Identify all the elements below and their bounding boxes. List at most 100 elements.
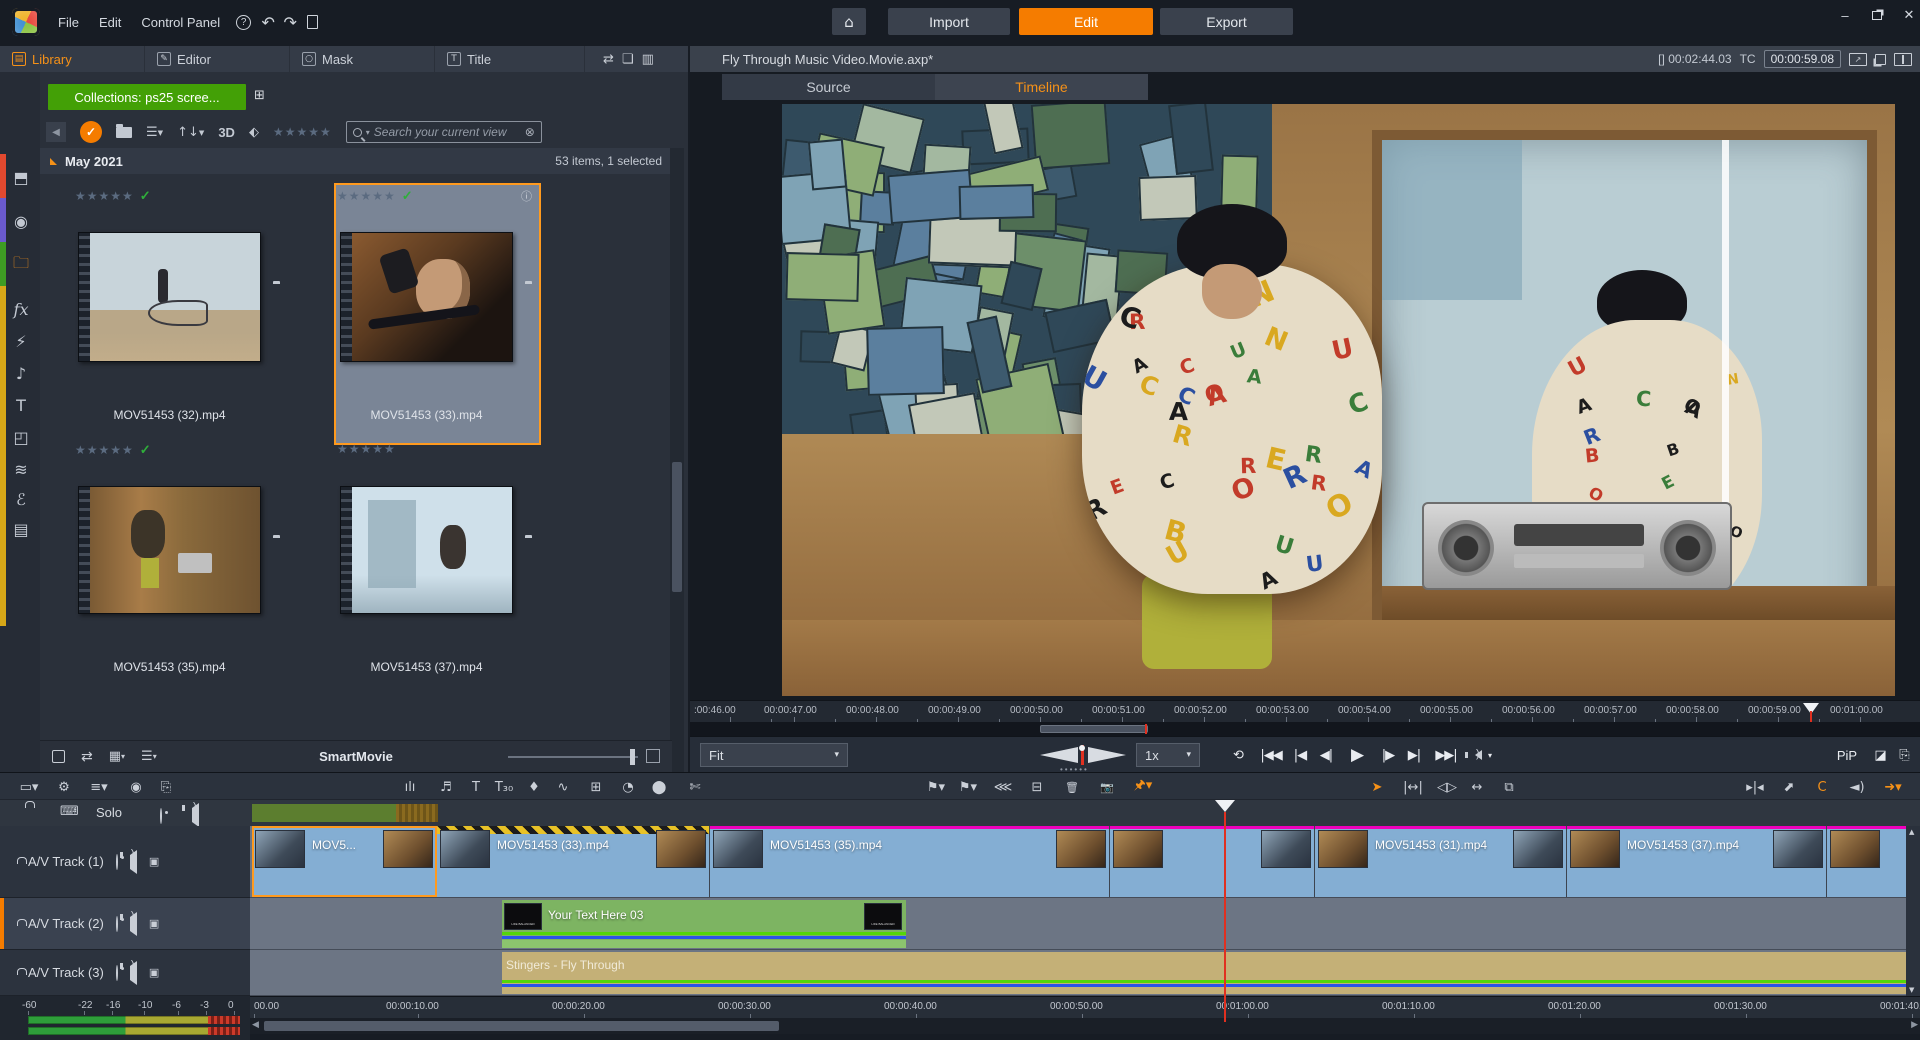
preview-scrollbar[interactable]: [690, 722, 1920, 736]
grid-view-icon[interactable]: ▦▾: [109, 749, 125, 764]
jump-end-button[interactable]: ▶▶|: [1430, 741, 1462, 769]
title-tool-icon[interactable]: T: [468, 775, 484, 799]
track-eye-icon[interactable]: [116, 917, 118, 931]
group-header[interactable]: May 2021 53 items, 1 selected: [40, 148, 672, 174]
tab-timeline[interactable]: Timeline: [935, 74, 1148, 100]
subtitle-tool-icon[interactable]: T₃₀: [492, 775, 516, 799]
scroll-up-icon[interactable]: ▲: [1909, 828, 1914, 836]
prev-clip-button[interactable]: |◀: [1288, 741, 1312, 769]
redo-icon[interactable]: ↷: [279, 0, 301, 44]
export-frame-icon[interactable]: ⎘: [156, 775, 176, 799]
rail-montage-icon[interactable]: ⚡: [8, 328, 34, 354]
copy-panel-icon[interactable]: ❏: [622, 52, 634, 67]
tab-mask[interactable]: ○Mask: [290, 46, 435, 72]
thumbnail-size-icon[interactable]: [646, 749, 660, 763]
jump-start-button[interactable]: |◀◀: [1256, 741, 1286, 769]
item-rating[interactable]: ★★★★★✓: [75, 442, 151, 458]
media-thumbnail[interactable]: [340, 486, 513, 614]
audio-mixer-icon[interactable]: ılı: [398, 775, 422, 799]
snapshot-icon[interactable]: 📷: [1096, 775, 1118, 799]
next-frame-button[interactable]: |▶: [1376, 741, 1400, 769]
track-lane-1[interactable]: MOV5...MOV51453 (33).mp4MOV51453 (35).mp…: [250, 826, 1920, 898]
thumbnail-zoom-slider[interactable]: [508, 756, 638, 758]
timeline-clip[interactable]: MOV51453 (35).mp4: [710, 826, 1110, 897]
scroll-right-icon[interactable]: ▶: [1911, 1020, 1918, 1030]
track-speaker-icon[interactable]: [130, 917, 137, 931]
audio-snap-icon[interactable]: ▸|◂: [1740, 775, 1770, 799]
edit-mode-button[interactable]: Edit: [1019, 8, 1153, 35]
track-header-1[interactable]: A/V Track (1)▣: [0, 826, 250, 898]
rail-effects-icon[interactable]: fx: [8, 296, 34, 322]
close-button[interactable]: ✕: [1894, 0, 1920, 30]
clip-marker-icon[interactable]: 🖈▾: [1128, 775, 1158, 799]
clear-search-icon[interactable]: ⊗: [525, 125, 535, 139]
rail-media-icon[interactable]: 🗀: [8, 252, 34, 278]
voiceover-mic-icon[interactable]: ♦: [526, 775, 542, 799]
rail-projects-icon[interactable]: ◉: [8, 208, 34, 234]
collections-button[interactable]: Collections: ps25 scree...: [48, 84, 246, 110]
track-manager-icon[interactable]: ▭▾: [14, 775, 44, 799]
solo-label[interactable]: Solo: [96, 805, 122, 820]
select-mode-icon[interactable]: ➤: [1366, 775, 1388, 799]
add-collection-icon[interactable]: ⊞: [254, 88, 265, 103]
track-lane-3[interactable]: Stingers - Fly Through: [250, 950, 1920, 996]
marker-out-icon[interactable]: ⚑▾: [954, 775, 982, 799]
rail-music-icon[interactable]: ♪: [8, 360, 34, 386]
track-lane-2[interactable]: LIFE BALANCEDLIFE BALANCEDYour Text Here…: [250, 898, 1920, 950]
zoom-fit-select[interactable]: Fit▾: [700, 743, 848, 767]
track-titles-icon[interactable]: ⌨: [60, 804, 79, 819]
trash-icon[interactable]: 🗑: [1062, 775, 1082, 799]
rail-collections-icon[interactable]: ⬒: [8, 164, 34, 190]
sync-panel-icon[interactable]: ⇄: [603, 52, 614, 67]
crop-icon[interactable]: ⎘: [1892, 741, 1916, 769]
trim-mode-icon[interactable]: |↔|: [1398, 775, 1428, 799]
list-view-icon[interactable]: ☰▾: [146, 125, 163, 140]
rail-palette-icon[interactable]: ▤: [8, 516, 34, 542]
scroll-down-icon[interactable]: ▼: [1909, 986, 1914, 994]
import-button[interactable]: Import: [888, 8, 1010, 35]
tab-library[interactable]: ▤Library: [0, 46, 145, 72]
stretch-mode-icon[interactable]: ⧉: [1498, 775, 1520, 799]
record-icon[interactable]: ◉: [126, 775, 146, 799]
scene-view-icon[interactable]: [52, 750, 65, 763]
multicam-icon[interactable]: ⊞: [586, 775, 606, 799]
settings-gear-icon[interactable]: ⚙: [54, 775, 74, 799]
track-fx-icon[interactable]: ▣: [149, 855, 159, 868]
overwrite-icon[interactable]: ⊟: [1026, 775, 1048, 799]
timeline-v-scrollbar[interactable]: ▲ ▼: [1906, 826, 1920, 996]
mute-all-speaker-icon[interactable]: [192, 808, 199, 822]
track-speaker-icon[interactable]: [130, 855, 137, 869]
item-rating[interactable]: ★★★★★✓: [75, 188, 151, 204]
preview-scroll-thumb[interactable]: [1040, 725, 1148, 733]
copy-view-icon[interactable]: [1875, 54, 1886, 65]
zoom-slider-handle[interactable]: [630, 749, 635, 765]
track-speaker-icon[interactable]: [130, 966, 137, 980]
folder-view-icon[interactable]: [116, 127, 132, 138]
new-document-icon[interactable]: [301, 0, 323, 44]
media-thumbnail[interactable]: [78, 486, 261, 614]
scorefitter-icon[interactable]: ♬: [436, 775, 456, 799]
slide-mode-icon[interactable]: ↔: [1466, 775, 1488, 799]
rating-stars[interactable]: ★★★★★: [75, 189, 134, 203]
track-eye-icon[interactable]: [116, 855, 118, 869]
loop-button[interactable]: ⟲: [1226, 741, 1250, 769]
slip-mode-icon[interactable]: ◁▷: [1434, 775, 1460, 799]
menu-edit[interactable]: Edit: [89, 0, 131, 44]
rail-transitions-icon[interactable]: ◰: [8, 424, 34, 450]
sort-icon[interactable]: ↑↓▾: [177, 125, 204, 140]
razor-icon[interactable]: ⋘: [992, 775, 1014, 799]
tab-editor[interactable]: ✎Editor: [145, 46, 290, 72]
rail-scorefitter-icon[interactable]: ℰ: [8, 486, 34, 512]
track-header-2[interactable]: A/V Track (2)▣: [0, 898, 250, 950]
pip-button[interactable]: PiP: [1830, 741, 1864, 769]
item-rating[interactable]: ★★★★★: [337, 442, 396, 456]
library-scrollbar[interactable]: [670, 148, 684, 772]
timeline-h-scrollbar[interactable]: ◀ ▶: [250, 1018, 1920, 1034]
filter-checked-icon[interactable]: ✓: [80, 121, 102, 143]
speed-icon[interactable]: ◔: [618, 775, 638, 799]
scroll-left-icon[interactable]: ◀: [252, 1020, 259, 1030]
tag-icon[interactable]: ⬖: [249, 125, 259, 140]
timeline-clip[interactable]: [1827, 826, 1918, 897]
3d-filter-button[interactable]: 3D: [218, 125, 235, 140]
search-input[interactable]: ▾ Search your current view ⊗: [346, 121, 542, 143]
